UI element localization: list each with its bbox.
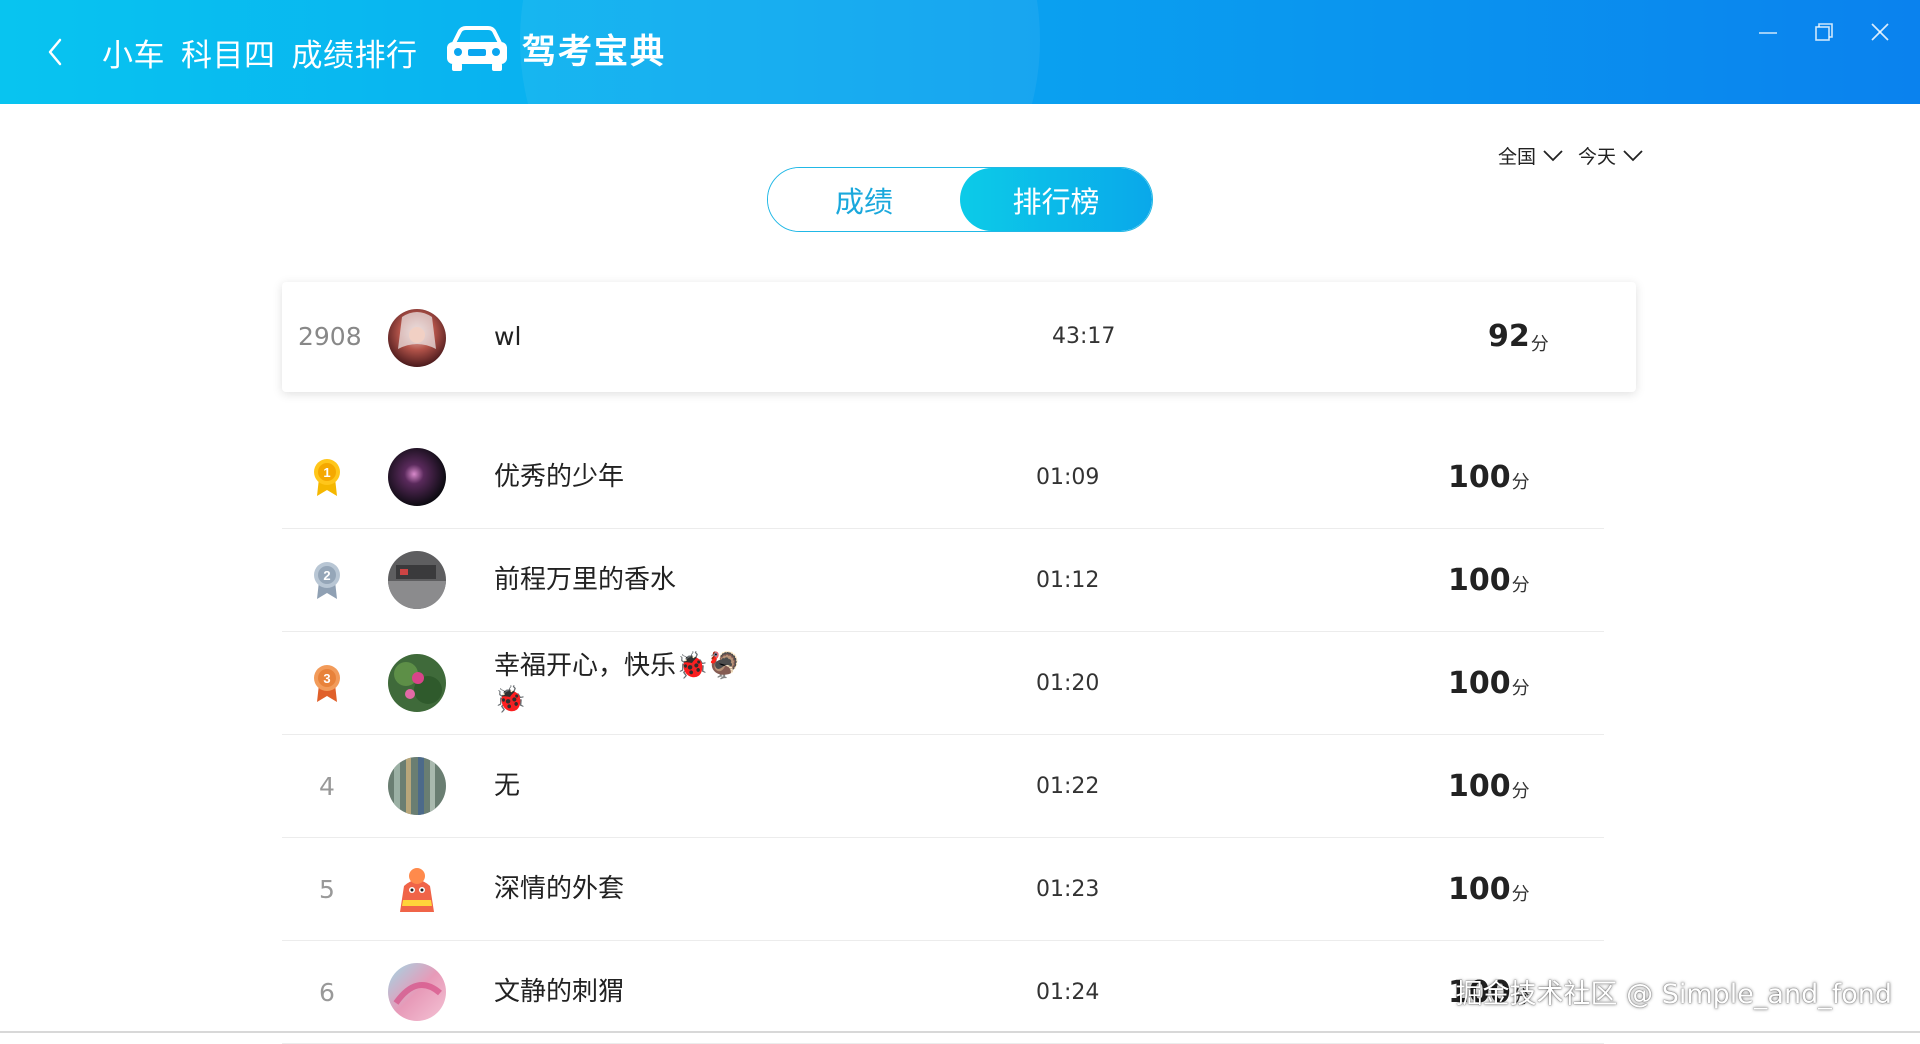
svg-text:3: 3	[323, 671, 330, 686]
avatar	[388, 551, 446, 609]
my-score: 92分	[1488, 282, 1549, 396]
score-value: 100	[1448, 562, 1511, 598]
rank-number: 5	[319, 874, 335, 904]
username: 文静的刺猬	[494, 977, 625, 1007]
time: 01:20	[1036, 670, 1100, 696]
score-unit: 分	[1511, 678, 1530, 699]
car-icon	[447, 25, 507, 71]
my-username: wl	[494, 322, 522, 351]
list-item[interactable]: 1 优秀的少年 01:09 100 分	[282, 426, 1604, 529]
rank-cell: 2	[282, 529, 372, 631]
title-vehicle: 小车	[102, 38, 165, 74]
avatar	[388, 757, 446, 815]
score-value: 100	[1448, 768, 1511, 804]
avatar	[388, 448, 446, 506]
score-value: 100	[1448, 665, 1511, 701]
bronze-medal-icon: 3	[314, 665, 340, 702]
username: 前程万里的香水	[494, 565, 677, 595]
title-subject: 科目四	[181, 38, 276, 74]
score-unit: 分	[1511, 884, 1530, 905]
tab-score[interactable]: 成绩	[768, 168, 960, 231]
minimize-icon	[1759, 32, 1777, 34]
rank-cell: 3	[282, 632, 372, 734]
time: 01:09	[1036, 464, 1100, 490]
logo-text: 驾考宝典	[522, 32, 666, 72]
username: 无	[494, 771, 521, 801]
date-filter[interactable]: 今天	[1578, 142, 1644, 169]
my-rank-number: 2908	[298, 322, 362, 351]
chevron-down-icon	[1623, 149, 1643, 161]
svg-text:2: 2	[323, 568, 330, 583]
rank-cell: 1	[282, 426, 372, 528]
list-item[interactable]: 3 幸福开心，快乐🐞🦃🐞 01:20 100 分	[282, 632, 1604, 735]
back-button[interactable]	[38, 30, 74, 74]
close-button[interactable]	[1860, 14, 1900, 50]
date-filter-label: 今天	[1577, 146, 1616, 168]
time: 01:23	[1036, 876, 1100, 902]
tab-leaderboard[interactable]: 排行榜	[960, 168, 1152, 231]
score-unit: 分	[1511, 781, 1530, 802]
avatar	[388, 963, 446, 1021]
restore-button[interactable]	[1804, 14, 1844, 50]
score: 100 分	[1448, 529, 1530, 631]
app-logo: 驾考宝典	[444, 24, 666, 73]
score-unit: 分	[1511, 472, 1530, 493]
time: 01:12	[1036, 567, 1100, 593]
avatar	[388, 309, 446, 367]
score-value: 100	[1448, 459, 1511, 495]
gold-medal-icon: 1	[314, 459, 340, 496]
score: 100 分	[1448, 735, 1530, 837]
time: 01:22	[1036, 773, 1100, 799]
score: 100 分	[1448, 838, 1530, 940]
username: 幸福开心，快乐🐞🦃🐞	[494, 651, 741, 715]
region-filter-label: 全国	[1497, 146, 1536, 168]
list-item[interactable]: 5 深情的外套 01:23 100 分	[282, 838, 1604, 941]
avatar	[388, 860, 446, 918]
rank-number: 4	[319, 771, 335, 801]
restore-icon	[1815, 23, 1833, 41]
my-time: 43:17	[1052, 324, 1116, 349]
username: 深情的外套	[494, 874, 625, 904]
leaderboard-list: 1 优秀的少年 01:09 100 分 2 前程万里的香水 01:12 100 …	[282, 426, 1604, 1044]
watermark: 掘金技术社区 @ Simple_and_fond	[1455, 979, 1892, 1010]
username: 优秀的少年	[494, 462, 625, 492]
score: 100 分	[1448, 632, 1530, 734]
title-bar: 小车 科目四 成绩排行 驾考宝典	[0, 0, 1920, 104]
close-icon	[1871, 23, 1889, 41]
filter-bar: 全国 今天	[1498, 142, 1644, 169]
region-filter[interactable]: 全国	[1498, 142, 1564, 169]
rank-number: 6	[319, 977, 335, 1007]
time: 01:24	[1036, 979, 1100, 1005]
chevron-left-icon	[48, 38, 62, 66]
avatar	[388, 654, 446, 712]
minimize-button[interactable]	[1748, 14, 1788, 50]
title-section: 成绩排行	[291, 38, 418, 74]
score-value: 92	[1488, 319, 1530, 354]
page-title: 小车 科目四 成绩排行	[102, 30, 418, 75]
score-value: 100	[1448, 871, 1511, 907]
svg-text:1: 1	[323, 465, 330, 480]
chevron-down-icon	[1543, 149, 1563, 161]
score-unit: 分	[1530, 334, 1549, 355]
list-item[interactable]: 2 前程万里的香水 01:12 100 分	[282, 529, 1604, 632]
my-rank-card[interactable]: 2908 wl 43:17 92分	[282, 282, 1636, 392]
tab-switcher: 成绩 排行榜	[767, 167, 1153, 232]
list-item[interactable]: 4 无 01:22 100 分	[282, 735, 1604, 838]
score: 100 分	[1448, 426, 1530, 528]
silver-medal-icon: 2	[314, 562, 340, 599]
list-item[interactable]: 6 文静的刺猬 01:24 100 分	[282, 941, 1604, 1044]
score-unit: 分	[1511, 575, 1530, 596]
